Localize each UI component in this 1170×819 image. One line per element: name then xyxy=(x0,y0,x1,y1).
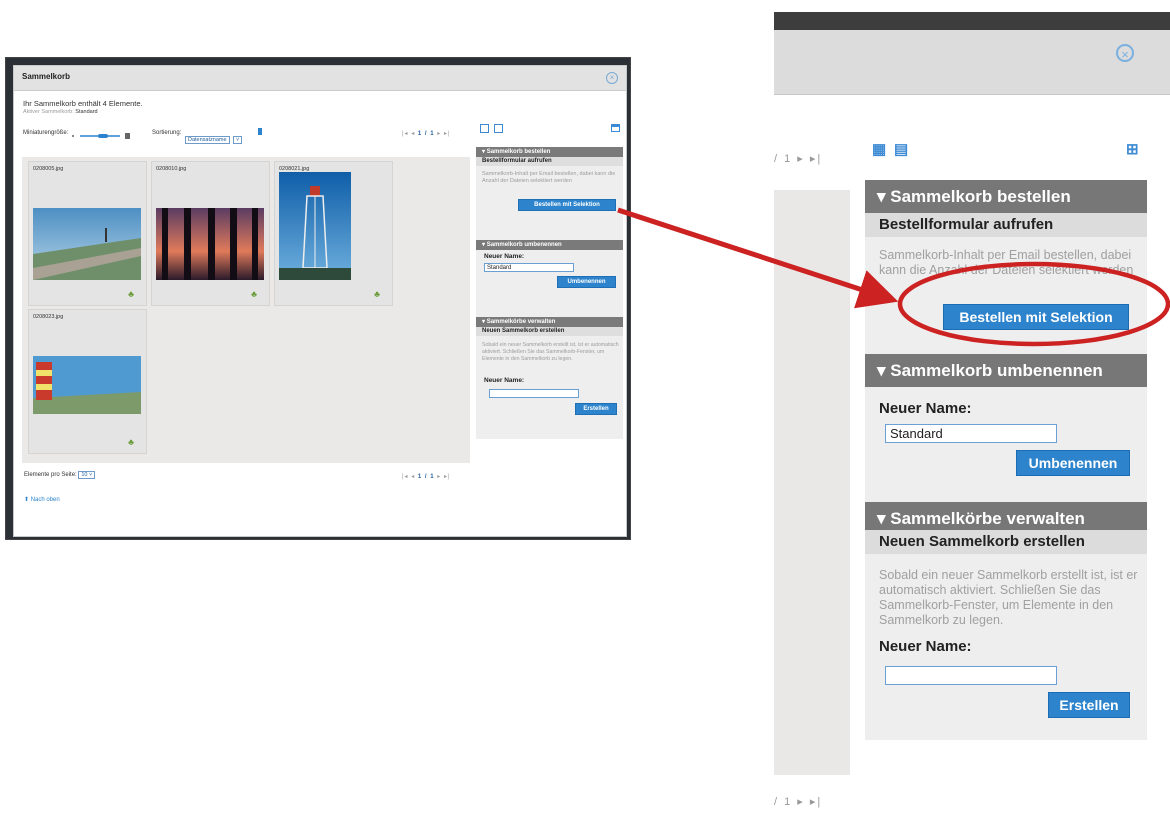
export-icon[interactable] xyxy=(494,124,503,133)
rename-section-header[interactable]: ▾ Sammelkorb umbenennen xyxy=(476,240,623,250)
order-section-title: Sammelkorb bestellen xyxy=(890,187,1071,206)
rename-input[interactable]: Standard xyxy=(885,424,1057,443)
thumbnail-tile[interactable]: 0208021.jpg ♣ xyxy=(274,161,393,306)
rename-button[interactable]: Umbenennen xyxy=(557,276,616,288)
thumbnail-grid: 0208005.jpg ♣ 0208010.jpg ♣ 0208021.jpg … xyxy=(22,157,470,463)
window-titlebar: Sammelkorb × xyxy=(14,66,626,91)
thumb-size-label: Miniaturengröße: xyxy=(23,130,69,136)
create-label: Neuer Name: xyxy=(879,638,972,655)
thumbnail-filename: 0208023.jpg xyxy=(33,314,64,320)
rename-button[interactable]: Umbenennen xyxy=(1016,450,1130,476)
active-basket-label: Aktiver Sammelkorb: xyxy=(23,109,74,115)
rename-section-header[interactable]: ▾ Sammelkorb umbenennen xyxy=(865,354,1147,387)
close-icon[interactable]: × xyxy=(606,72,618,84)
export-icon[interactable]: ▤ xyxy=(894,140,908,158)
per-page: Elemente pro Seite: 10 ˅ xyxy=(24,471,96,479)
order-description: Sammelkorb-Inhalt per Email bestellen, d… xyxy=(879,248,1134,277)
basket-icon[interactable] xyxy=(611,124,620,132)
window-title: Sammelkorb xyxy=(22,72,71,81)
create-button[interactable]: Erstellen xyxy=(1048,692,1130,718)
manage-description: Sobald ein neuer Sammelkorb erstellt ist… xyxy=(879,568,1138,627)
create-button[interactable]: Erstellen xyxy=(575,403,617,415)
basket-add-icon[interactable]: ♣ xyxy=(374,289,380,299)
basket-icon[interactable]: ⊞ xyxy=(1126,140,1139,158)
arrow-up-icon: ⬆ xyxy=(24,497,30,503)
basket-add-icon[interactable]: ♣ xyxy=(251,289,257,299)
pager-top-page: 1 / 1 xyxy=(417,131,435,137)
zoom-pager-bottom[interactable]: / 1 ▸ ▸| xyxy=(774,795,822,808)
pager-bottom[interactable]: |◂ ◂ 1 / 1 ▸ ▸| xyxy=(402,473,451,480)
thumbnail-tile[interactable]: 0208023.jpg ♣ xyxy=(28,309,147,454)
per-page-select[interactable]: 10 ˅ xyxy=(78,471,96,479)
chevron-down-icon: ˅ xyxy=(232,136,243,144)
sort-select-value: Datensatzname xyxy=(185,136,230,144)
order-icon[interactable] xyxy=(480,124,489,133)
thumb-size-slider[interactable] xyxy=(70,128,130,139)
order-description: Sammelkorb-Inhalt per Email bestellen, d… xyxy=(482,171,616,184)
thumbnail-tile[interactable]: 0208005.jpg ♣ xyxy=(28,161,147,306)
manage-subheader: Neuen Sammelkorb erstellen xyxy=(476,327,623,336)
zoom-pager-bottom-page: / 1 xyxy=(774,796,793,808)
active-basket-value: Standard xyxy=(75,109,98,115)
back-to-top-link[interactable]: ⬆ Nach oben xyxy=(24,496,60,503)
dialog-screenshot: Sammelkorb × Ihr Sammelkorb enthält 4 El… xyxy=(6,58,630,539)
close-icon[interactable]: × xyxy=(1116,44,1134,62)
order-subheader: Bestellformular aufrufen xyxy=(865,213,1147,237)
zoomed-sidebar-view: × / 1 ▸ ▸| ▦ ▤ ⊞ ▾ Sammelkorb bestellen … xyxy=(774,12,1170,819)
pager-bottom-page: 1 / 1 xyxy=(417,474,435,480)
create-name-input[interactable] xyxy=(489,389,579,398)
order-section-header[interactable]: ▾ Sammelkorb bestellen xyxy=(476,147,623,157)
order-with-selection-button[interactable]: Bestellen mit Selektion xyxy=(518,199,616,211)
thumbnail-image[interactable] xyxy=(156,208,264,280)
zoom-top-edge xyxy=(774,12,1170,30)
per-page-label: Elemente pro Seite: xyxy=(24,472,77,478)
pager-top[interactable]: |◂ ◂ 1 / 1 ▸ ▸| xyxy=(402,130,451,137)
order-subheader: Bestellformular aufrufen xyxy=(476,157,623,166)
manage-description: Sobald ein neuer Sammelkorb erstellt ist… xyxy=(482,342,619,362)
basket-add-icon[interactable]: ♣ xyxy=(128,437,134,447)
zoom-pager-top[interactable]: / 1 ▸ ▸| xyxy=(774,152,822,165)
manage-section-title: Sammelkörbe verwalten xyxy=(890,509,1085,528)
zoom-titlebar xyxy=(774,30,1170,95)
create-label: Neuer Name: xyxy=(484,377,525,384)
zoom-pager-top-page: / 1 xyxy=(774,153,793,165)
rename-section-title: Sammelkorb umbenennen xyxy=(486,242,562,248)
order-section-title: Sammelkorb bestellen xyxy=(486,149,551,155)
per-page-value: 10 xyxy=(81,472,88,478)
manage-subheader: Neuen Sammelkorb erstellen xyxy=(865,530,1147,554)
order-section-header[interactable]: ▾ Sammelkorb bestellen xyxy=(865,180,1147,213)
rename-section-title: Sammelkorb umbenennen xyxy=(890,361,1103,380)
sidebar: ▾ Sammelkorb bestellen Bestellformular a… xyxy=(476,147,623,439)
sammelkorb-window: Sammelkorb × Ihr Sammelkorb enthält 4 El… xyxy=(13,65,627,537)
zoom-sidebar: ▾ Sammelkorb bestellen Bestellformular a… xyxy=(865,180,1147,740)
zoom-grid-fragment xyxy=(774,190,850,775)
rename-label: Neuer Name: xyxy=(484,253,525,260)
basket-summary: Ihr Sammelkorb enthält 4 Elemente. xyxy=(23,99,143,108)
thumbnail-image[interactable] xyxy=(33,356,141,414)
sort-select[interactable]: Datensatzname ˅ xyxy=(185,128,243,146)
active-basket: Aktiver Sammelkorb: Standard xyxy=(23,109,98,115)
back-to-top-label: Nach oben xyxy=(30,497,60,503)
manage-section-title: Sammelkörbe verwalten xyxy=(486,319,556,325)
thumbnail-image[interactable] xyxy=(33,208,141,280)
order-with-selection-button[interactable]: Bestellen mit Selektion xyxy=(943,304,1129,330)
thumbnail-filename: 0208010.jpg xyxy=(156,166,187,172)
sort-label: Sortierung: xyxy=(152,130,182,136)
sort-direction-icon[interactable] xyxy=(258,128,262,135)
rename-label: Neuer Name: xyxy=(879,400,972,417)
order-icon[interactable]: ▦ xyxy=(872,140,886,158)
thumbnail-image[interactable] xyxy=(279,172,351,280)
manage-section-header[interactable]: ▾ Sammelkörbe verwalten xyxy=(476,317,623,327)
create-name-input[interactable] xyxy=(885,666,1057,685)
rename-input[interactable]: Standard xyxy=(484,263,574,272)
basket-add-icon[interactable]: ♣ xyxy=(128,289,134,299)
thumbnail-tile[interactable]: 0208010.jpg ♣ xyxy=(151,161,270,306)
thumbnail-filename: 0208005.jpg xyxy=(33,166,64,172)
